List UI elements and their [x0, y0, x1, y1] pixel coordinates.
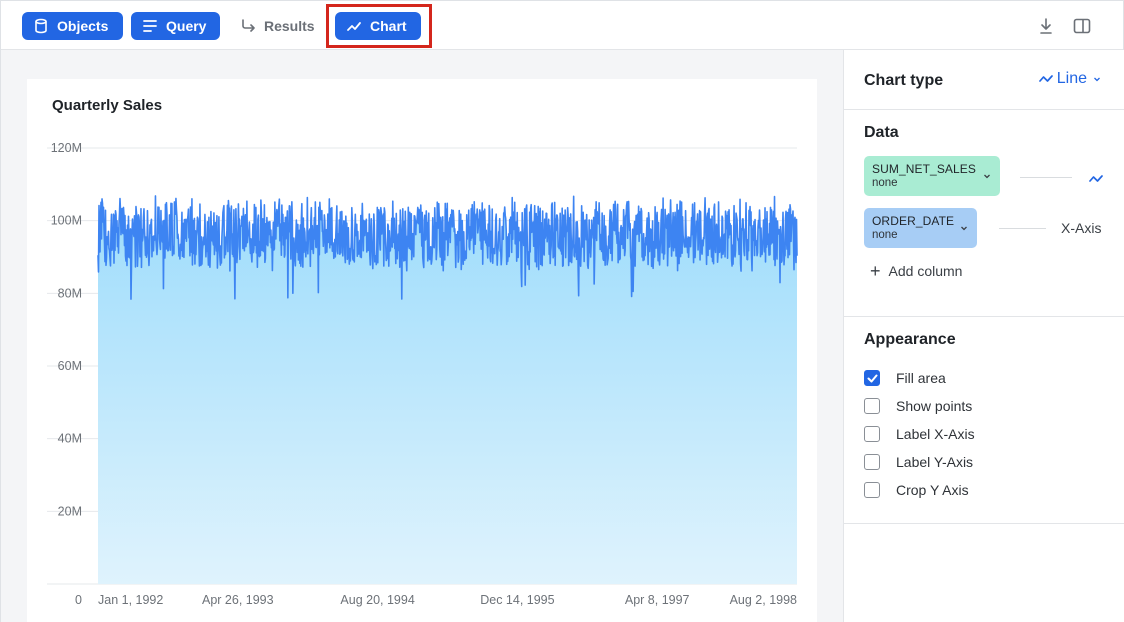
- chevron-down-icon: [984, 174, 990, 179]
- connector-line: [999, 228, 1046, 229]
- option-label: Show points: [896, 398, 973, 414]
- check-icon: [867, 374, 877, 382]
- results-label: Results: [264, 18, 315, 34]
- results-button[interactable]: Results: [229, 12, 324, 40]
- data-title: Data: [864, 124, 899, 141]
- x-tick-label: Aug 20, 1994: [340, 593, 414, 607]
- x-tick-label: Jan 1, 1992: [98, 593, 163, 607]
- y-tick-label: 120M: [51, 141, 82, 155]
- x-tick-label: Dec 14, 1995: [480, 593, 554, 607]
- option-fill-area[interactable]: Fill area: [864, 370, 946, 386]
- field-pill-order-date[interactable]: ORDER_DATE none: [864, 208, 977, 248]
- y-tick-label: 40M: [58, 432, 82, 446]
- plus-icon: +: [870, 261, 881, 281]
- app-window: Objects Query Results Chart 0 20M 40M 60…: [0, 0, 1124, 622]
- chart-settings-panel: Chart type Line Data SUM_NET_SALES none: [843, 50, 1124, 622]
- return-arrow-icon: [240, 18, 256, 34]
- database-icon: [33, 18, 49, 34]
- y-tick-label: 0: [75, 593, 82, 607]
- chart-type-title: Chart type: [864, 72, 944, 89]
- objects-button[interactable]: Objects: [22, 12, 123, 40]
- y-axis-line-icon[interactable]: [1089, 171, 1103, 189]
- chart-type-section: Chart type Line: [844, 50, 1124, 110]
- add-column-button[interactable]: + Add column: [870, 261, 963, 281]
- x-axis-role-label: X-Axis: [1061, 220, 1102, 236]
- x-tick-label: Aug 2, 1998: [730, 593, 797, 607]
- chart-svg: 0 20M 40M 60M 80M 100M 120M Jan 1, 1992 Apr 26, …: [47, 141, 798, 607]
- field-name: ORDER_DATE: [872, 214, 955, 228]
- list-lines-icon: [142, 18, 158, 34]
- chart-card: 0 20M 40M 60M 80M 100M 120M Jan 1, 1992 Apr 26, …: [27, 79, 817, 622]
- option-label: Label X-Axis: [896, 426, 975, 442]
- add-column-label: Add column: [888, 263, 963, 279]
- checkbox[interactable]: [864, 482, 880, 498]
- split-view-icon[interactable]: [1071, 15, 1093, 37]
- field-aggregation: none: [872, 229, 898, 241]
- checkbox[interactable]: [864, 426, 880, 442]
- field-name: SUM_NET_SALES: [872, 162, 977, 176]
- option-label: Fill area: [896, 370, 946, 386]
- chart-title: Quarterly Sales: [52, 97, 163, 114]
- data-section: Data SUM_NET_SALES none ORDER_DATE none …: [844, 110, 1124, 317]
- toolbar: Objects Query Results Chart: [1, 1, 1123, 50]
- field-aggregation: none: [872, 177, 898, 189]
- query-button[interactable]: Query: [131, 12, 220, 40]
- option-label: Label Y-Axis: [896, 454, 974, 470]
- option-label-x-axis[interactable]: Label X-Axis: [864, 426, 975, 442]
- checkbox-checked[interactable]: [864, 370, 880, 386]
- y-tick-label: 20M: [58, 504, 82, 518]
- line-chart-icon: [1038, 75, 1053, 82]
- chart-type-value: Line: [1056, 70, 1087, 87]
- query-label: Query: [166, 18, 207, 34]
- checkbox[interactable]: [864, 454, 880, 470]
- y-tick-label: 80M: [58, 286, 82, 300]
- option-label-y-axis[interactable]: Label Y-Axis: [864, 454, 973, 470]
- x-tick-label: Apr 26, 1993: [202, 593, 274, 607]
- field-pill-sum-net-sales[interactable]: SUM_NET_SALES none: [864, 156, 1000, 196]
- chart-label: Chart: [370, 18, 407, 34]
- option-show-points[interactable]: Show points: [864, 398, 972, 414]
- trend-line-icon: [346, 18, 362, 34]
- chevron-down-icon: [1094, 77, 1100, 82]
- appearance-title: Appearance: [864, 331, 956, 348]
- chevron-down-icon: [961, 226, 967, 231]
- y-tick-label: 100M: [51, 214, 82, 228]
- y-tick-label: 60M: [58, 359, 82, 373]
- chart-area: 0 20M 40M 60M 80M 100M 120M Jan 1, 1992 Apr 26, …: [1, 50, 843, 622]
- x-tick-label: Apr 8, 1997: [625, 593, 690, 607]
- download-icon[interactable]: [1035, 15, 1057, 37]
- objects-label: Objects: [57, 18, 109, 34]
- appearance-section: Appearance Fill area Show points Label X…: [844, 317, 1124, 524]
- checkbox[interactable]: [864, 398, 880, 414]
- chart-button[interactable]: Chart: [335, 12, 421, 40]
- chart-type-select[interactable]: Line: [1038, 70, 1106, 88]
- option-crop-y-axis[interactable]: Crop Y Axis: [864, 482, 969, 498]
- connector-line: [1020, 177, 1072, 178]
- option-label: Crop Y Axis: [896, 482, 969, 498]
